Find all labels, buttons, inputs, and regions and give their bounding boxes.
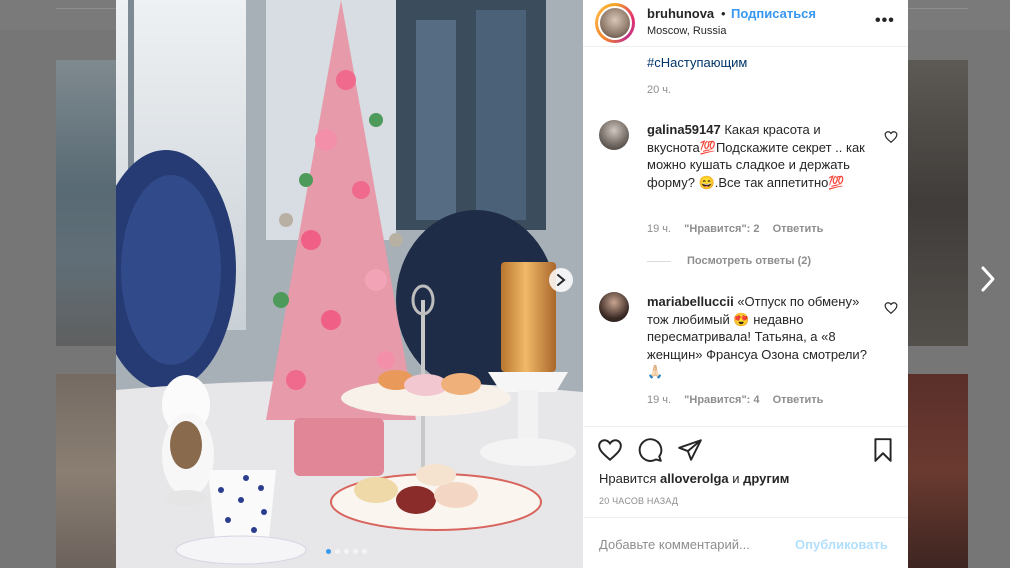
bookmark-icon[interactable] [870,437,896,463]
likes-others[interactable]: другим [743,471,789,486]
likes-prefix: Нравится [599,471,660,486]
actions-divider [583,426,908,427]
likes-middle: и [728,471,744,486]
carousel-dot [326,549,331,554]
next-post-chevron-icon[interactable] [977,264,999,294]
background-post-thumbnail [908,60,968,346]
caption-hashtag[interactable]: #сНаступающим [647,55,747,70]
post-header: bruhunova • Подписаться Moscow, Russia •… [583,0,908,46]
comment-input[interactable] [599,534,789,554]
comment-meta: 19 ч. "Нравится": 4 Ответить [647,394,833,406]
header-divider [583,46,908,47]
chevron-right-icon [557,274,566,286]
comment-likes[interactable]: "Нравится": 2 [684,223,759,235]
comment-like-heart-icon[interactable] [884,301,898,315]
author-username[interactable]: bruhunova [647,6,714,21]
comment-meta: 19 ч. "Нравится": 2 Ответить [647,223,833,235]
likes-summary: Нравится alloverolga и другим [599,471,789,486]
heart-icon[interactable] [597,437,623,463]
background-post-thumbnail [908,374,968,568]
commenter-username[interactable]: galina59147 [647,122,721,137]
view-replies-label: Посмотреть ответы (2) [687,255,812,267]
comment-text: mariabelluccii «Отпуск по обмену» тож лю… [647,293,871,381]
commenter-avatar[interactable] [599,292,629,322]
background-post-thumbnail [56,374,116,568]
share-icon[interactable] [677,437,703,463]
commenter-avatar[interactable] [599,120,629,150]
author-avatar[interactable] [595,3,635,43]
post-timestamp[interactable]: 20 ЧАСОВ НАЗАД [599,496,678,506]
comment-divider [583,517,908,518]
reply-button[interactable]: Ответить [773,394,824,406]
comment-icon[interactable] [637,437,663,463]
publish-button[interactable]: Опубликовать [795,537,888,552]
commenter-username[interactable]: mariabelluccii [647,294,734,309]
liker-username[interactable]: alloverolga [660,471,729,486]
carousel-dot [362,549,367,554]
reply-button[interactable]: Ответить [773,223,824,235]
carousel-indicator [326,549,367,555]
comment-text: galina59147 Какая красота и вкуснота💯Под… [647,121,871,191]
follow-button[interactable]: Подписаться [731,6,816,21]
header-separator: • [721,6,726,21]
comment-likes[interactable]: "Нравится": 4 [684,394,759,406]
carousel-dot [335,549,340,554]
carousel-next-button[interactable] [549,268,573,292]
comment-time[interactable]: 19 ч. [647,223,671,235]
carousel-dot [344,549,349,554]
more-options-icon[interactable]: ••• [875,12,895,30]
background-post-thumbnail [56,60,116,346]
photo-scene [116,0,583,568]
post-photo[interactable] [116,0,583,568]
view-replies-button[interactable]: Посмотреть ответы (2) [647,255,811,267]
comment-time[interactable]: 19 ч. [647,394,671,406]
comment-like-heart-icon[interactable] [884,130,898,144]
caption-timestamp[interactable]: 20 ч. [647,84,671,96]
carousel-dot [353,549,358,554]
post-location[interactable]: Moscow, Russia [647,25,726,37]
post-details-panel: bruhunova • Подписаться Moscow, Russia •… [583,0,908,568]
